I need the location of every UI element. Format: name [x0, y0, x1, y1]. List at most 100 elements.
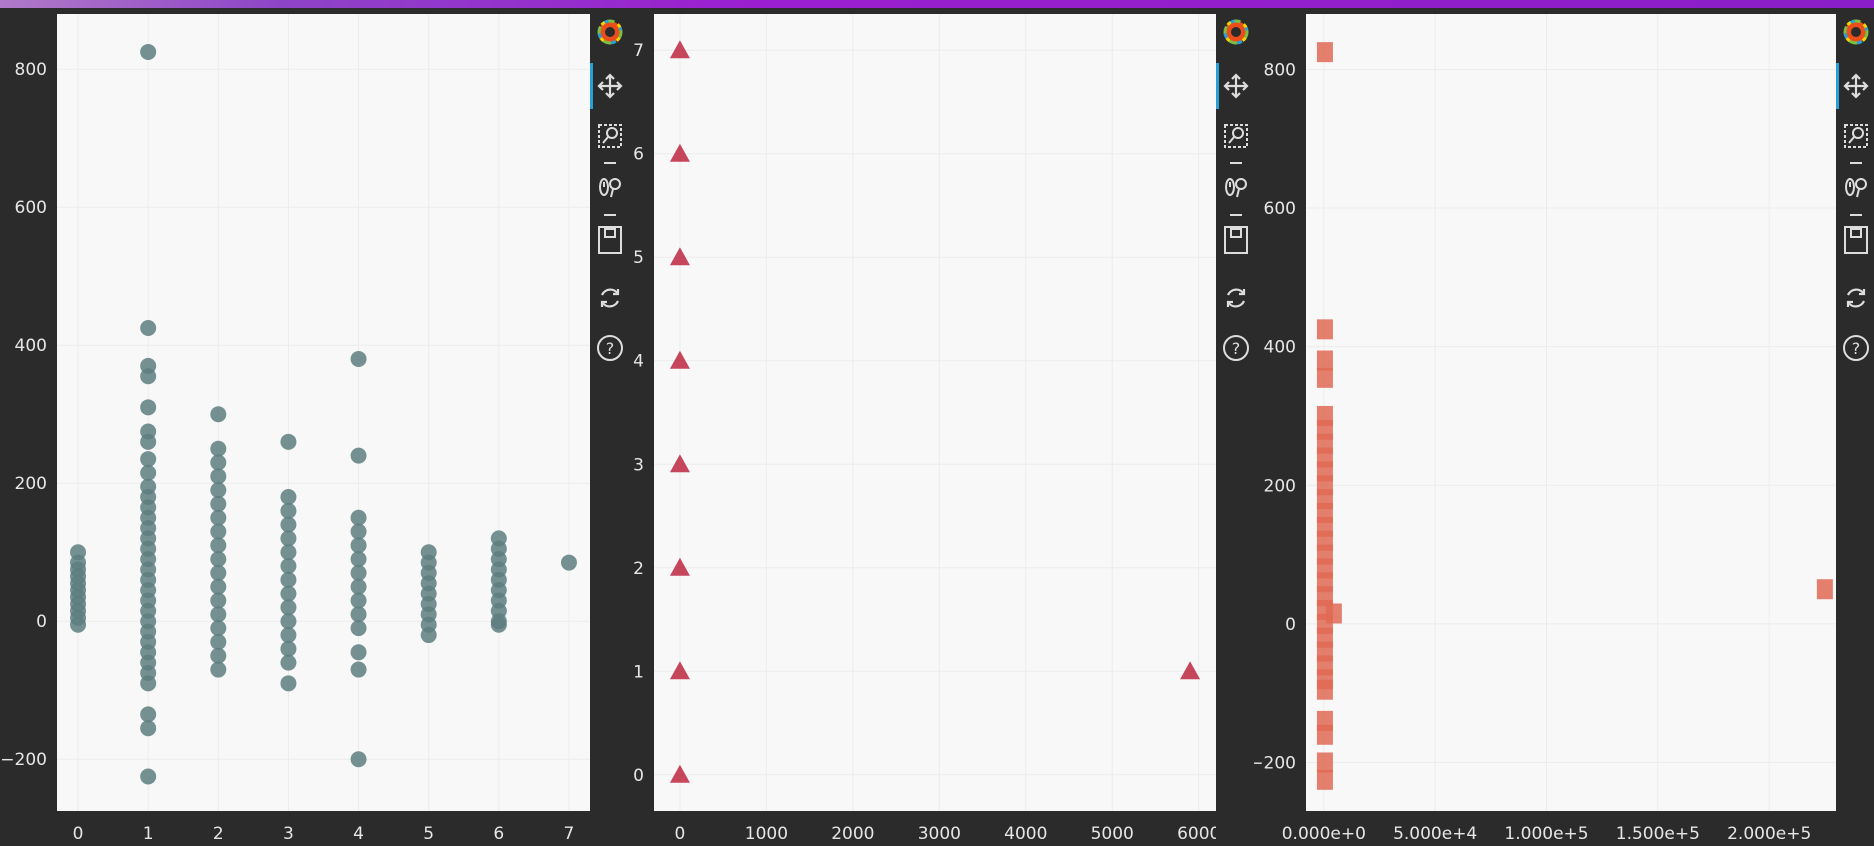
- data-point[interactable]: [350, 537, 367, 554]
- data-point[interactable]: [280, 558, 297, 575]
- data-point[interactable]: [140, 43, 157, 60]
- data-point[interactable]: [280, 502, 297, 519]
- data-point[interactable]: [210, 495, 227, 512]
- data-point[interactable]: [140, 768, 157, 785]
- data-point[interactable]: [210, 647, 227, 664]
- wheel-zoom-icon[interactable]: [596, 174, 624, 202]
- scatter-plot-circles[interactable]: 0 1 2 3 4 5 6 7 −200 0 200 400 600 800: [0, 8, 590, 846]
- data-point[interactable]: [1316, 367, 1333, 388]
- data-point[interactable]: [1316, 769, 1333, 790]
- pan-tool-icon[interactable]: [596, 72, 624, 100]
- bokeh-logo-icon[interactable]: [1842, 18, 1870, 46]
- save-icon[interactable]: [596, 226, 624, 254]
- bokeh-logo-icon[interactable]: [596, 18, 624, 46]
- help-icon[interactable]: ?: [1842, 334, 1870, 362]
- data-point[interactable]: [210, 509, 227, 526]
- data-point[interactable]: [350, 564, 367, 581]
- data-point[interactable]: [350, 606, 367, 623]
- reset-icon[interactable]: [1222, 284, 1250, 312]
- data-point[interactable]: [1816, 579, 1833, 600]
- data-point[interactable]: [560, 554, 577, 571]
- data-point[interactable]: [1316, 724, 1333, 745]
- help-icon[interactable]: ?: [596, 334, 624, 362]
- data-point[interactable]: [490, 616, 507, 633]
- data-point[interactable]: [350, 523, 367, 540]
- data-point[interactable]: [140, 720, 157, 737]
- data-point[interactable]: [140, 319, 157, 336]
- data-point[interactable]: [1316, 679, 1333, 700]
- data-point[interactable]: [350, 447, 367, 464]
- data-point[interactable]: [1325, 603, 1342, 624]
- wheel-zoom-icon[interactable]: [1222, 174, 1250, 202]
- bokeh-logo-icon[interactable]: [1222, 18, 1250, 46]
- data-point[interactable]: [210, 537, 227, 554]
- data-point[interactable]: [280, 530, 297, 547]
- reset-icon[interactable]: [596, 284, 624, 312]
- data-point[interactable]: [280, 571, 297, 588]
- data-point[interactable]: [210, 440, 227, 457]
- help-icon[interactable]: ?: [1222, 334, 1250, 362]
- data-point[interactable]: [350, 661, 367, 678]
- data-point[interactable]: [350, 551, 367, 568]
- data-point[interactable]: [210, 482, 227, 499]
- data-point[interactable]: [280, 627, 297, 644]
- data-point[interactable]: [280, 675, 297, 692]
- scatter-plot-triangles[interactable]: 0 1000 2000 3000 4000 5000 6000 0 1 2 3 4 5 6 7: [628, 8, 1216, 846]
- data-point[interactable]: [1316, 42, 1333, 63]
- data-point[interactable]: [210, 454, 227, 471]
- pan-tool-icon[interactable]: [1222, 72, 1250, 100]
- data-point[interactable]: [70, 544, 87, 561]
- data-point[interactable]: [140, 368, 157, 385]
- data-point[interactable]: [140, 399, 157, 416]
- scatter-plot-squares[interactable]: 0.000e+0 5.000e+4 1.000e+5 1.500e+5 2.000e+5…: [1254, 8, 1836, 846]
- data-point[interactable]: [210, 551, 227, 568]
- data-point[interactable]: [350, 578, 367, 595]
- data-point[interactable]: [140, 464, 157, 481]
- data-point[interactable]: [210, 406, 227, 423]
- plot-area[interactable]: [1306, 14, 1836, 811]
- data-point[interactable]: [350, 620, 367, 637]
- data-point[interactable]: [350, 592, 367, 609]
- data-point[interactable]: [350, 644, 367, 661]
- wheel-zoom-icon[interactable]: [1842, 174, 1870, 202]
- data-point[interactable]: [210, 578, 227, 595]
- data-point[interactable]: [280, 640, 297, 657]
- data-point[interactable]: [210, 564, 227, 581]
- data-point[interactable]: [140, 451, 157, 468]
- data-point[interactable]: [350, 751, 367, 768]
- data-point[interactable]: [140, 675, 157, 692]
- data-point[interactable]: [210, 633, 227, 650]
- data-point[interactable]: [210, 592, 227, 609]
- save-icon[interactable]: [1842, 226, 1870, 254]
- plot-area[interactable]: [57, 14, 590, 811]
- box-zoom-icon[interactable]: [596, 122, 624, 150]
- pan-tool-icon[interactable]: [1842, 72, 1870, 100]
- data-point[interactable]: [1316, 752, 1333, 773]
- data-point[interactable]: [1316, 319, 1333, 340]
- box-zoom-icon[interactable]: [1842, 122, 1870, 150]
- data-point[interactable]: [210, 523, 227, 540]
- data-point[interactable]: [350, 509, 367, 526]
- data-point[interactable]: [280, 516, 297, 533]
- data-point[interactable]: [280, 599, 297, 616]
- data-point[interactable]: [280, 585, 297, 602]
- data-point[interactable]: [210, 620, 227, 637]
- data-point[interactable]: [140, 433, 157, 450]
- data-point[interactable]: [210, 661, 227, 678]
- data-point[interactable]: [280, 654, 297, 671]
- data-point[interactable]: [420, 627, 437, 644]
- data-point[interactable]: [280, 613, 297, 630]
- data-point[interactable]: [280, 544, 297, 561]
- data-point[interactable]: [350, 351, 367, 368]
- reset-icon[interactable]: [1842, 284, 1870, 312]
- x-tick-label: 0: [675, 824, 686, 844]
- data-point[interactable]: [210, 468, 227, 485]
- data-point[interactable]: [280, 489, 297, 506]
- data-point[interactable]: [140, 706, 157, 723]
- data-point[interactable]: [1316, 350, 1333, 371]
- data-point[interactable]: [280, 433, 297, 450]
- data-point[interactable]: [210, 606, 227, 623]
- box-zoom-icon[interactable]: [1222, 122, 1250, 150]
- save-icon[interactable]: [1222, 226, 1250, 254]
- plot-area[interactable]: [654, 14, 1216, 811]
